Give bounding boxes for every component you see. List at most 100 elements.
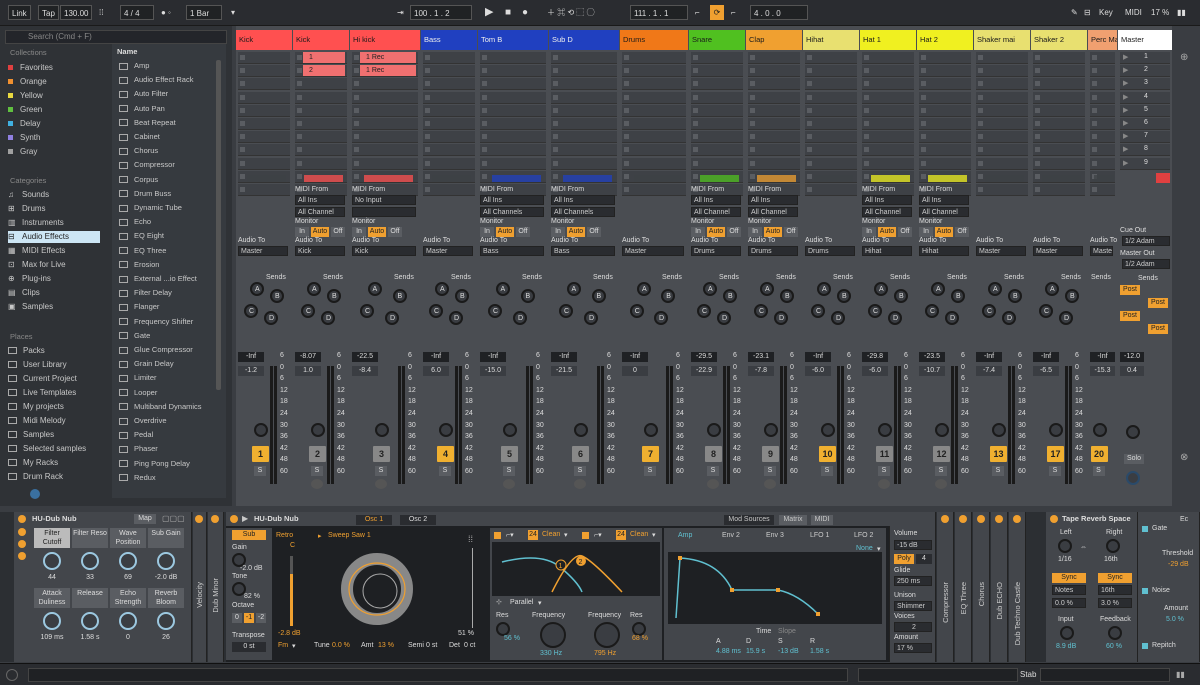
arm-button[interactable] [707, 479, 719, 489]
clip-slot[interactable] [805, 78, 857, 91]
track-header[interactable]: Hi kick [350, 30, 420, 50]
arm-button[interactable] [503, 479, 515, 489]
volume-value[interactable]: -23.5 [919, 352, 945, 362]
clip-slot[interactable] [1033, 131, 1085, 144]
monitor-auto-button[interactable]: Auto [935, 227, 953, 237]
crossfader-icon[interactable]: ⊗ [1180, 452, 1188, 463]
send-b-post-button[interactable]: Post [1148, 298, 1168, 308]
input-knob[interactable] [1060, 626, 1074, 640]
notes-select[interactable]: Notes [1052, 585, 1086, 595]
rack-buttons-icon[interactable]: ▢▢▢ [162, 514, 188, 524]
clip-slot[interactable] [805, 65, 857, 78]
left-knob[interactable] [1058, 539, 1072, 553]
record-icon[interactable]: ● [519, 5, 531, 20]
clip-slot[interactable] [551, 104, 617, 117]
volume-value[interactable]: -23.1 [748, 352, 774, 362]
clip-slot[interactable] [976, 157, 1028, 170]
category-item[interactable]: ♫ Sounds [8, 189, 100, 201]
track-activator[interactable]: 12 [933, 446, 950, 462]
place-item[interactable]: Packs [8, 345, 45, 357]
macro-knob[interactable] [81, 552, 99, 570]
volume-value[interactable]: -22.5 [352, 352, 378, 362]
clip-slot[interactable] [295, 118, 347, 130]
clip-slot[interactable] [805, 131, 857, 144]
env-tab-env-2[interactable]: Env 2 [722, 532, 740, 539]
amt-value[interactable]: 13 % [378, 642, 394, 649]
browser-list-item[interactable]: Redux [119, 472, 156, 484]
clip-slot[interactable] [551, 144, 617, 157]
show-macros-icon[interactable] [18, 528, 26, 536]
octave-0-button[interactable]: 0 [232, 613, 242, 623]
clip-slot[interactable] [622, 184, 686, 196]
browser-list-item[interactable]: External ...io Effect [119, 273, 197, 285]
pan-knob[interactable] [439, 423, 453, 437]
velocity-label[interactable]: Velocity [195, 582, 204, 608]
transpose-field[interactable]: 0 st [232, 642, 266, 652]
volume-value[interactable]: -29.8 [862, 352, 888, 362]
browser-list-item[interactable]: Chorus [119, 145, 158, 157]
browser-list-item[interactable]: Cabinet [119, 131, 160, 143]
solo-button[interactable]: S [503, 466, 515, 476]
track-header[interactable]: Shaker mai [974, 30, 1030, 50]
pan-knob[interactable] [503, 423, 517, 437]
clip-slot[interactable] [1033, 65, 1085, 78]
pan-knob[interactable] [764, 423, 778, 437]
audio-to-select[interactable]: Master [1033, 246, 1083, 256]
master-solo-button[interactable]: Solo [1124, 454, 1144, 464]
collection-item[interactable]: Synth [8, 132, 40, 144]
clip[interactable]: 1 [303, 52, 345, 63]
browser-list-item[interactable]: Erosion [119, 259, 159, 271]
pan-value[interactable]: -6.5 [1033, 366, 1059, 376]
audio-to-select[interactable]: Drums [805, 246, 855, 256]
browser-list-item[interactable]: Gate [119, 330, 150, 342]
clip-slot[interactable] [976, 91, 1028, 104]
clip-slot[interactable] [862, 65, 914, 78]
audio-to-select[interactable]: Hihat [919, 246, 969, 256]
clip-slot[interactable] [862, 78, 914, 91]
pan-value[interactable]: -21.5 [551, 366, 577, 376]
solo-button[interactable]: S [707, 466, 719, 476]
monitor-in-button[interactable]: In [691, 227, 705, 237]
pan-value[interactable]: -7.4 [976, 366, 1002, 376]
browser-list-item[interactable]: Echo [119, 216, 151, 228]
browser-list-item[interactable]: Beat Repeat [119, 117, 176, 129]
track-header[interactable]: Snare [689, 30, 745, 50]
device-power-icon[interactable] [941, 515, 949, 523]
clip-slot[interactable] [1090, 65, 1115, 78]
solo-button[interactable]: S [644, 466, 656, 476]
clip-slot[interactable] [423, 52, 475, 64]
scene-slot[interactable]: ▶ 4 [1120, 91, 1170, 104]
clip-slot[interactable] [238, 144, 290, 157]
clip-slot[interactable] [748, 78, 800, 91]
track-activator[interactable]: 6 [572, 446, 589, 462]
volume-value[interactable]: -Inf [423, 352, 449, 362]
clip-slot[interactable] [480, 118, 546, 130]
category-item[interactable]: ⊟ Audio Effects [8, 231, 100, 243]
scene-slot[interactable]: ▶ 3 [1120, 78, 1170, 91]
track-activator[interactable]: 13 [990, 446, 1007, 462]
map-button[interactable]: Map [134, 514, 156, 524]
browser-list-item[interactable]: Audio Effect Rack [119, 74, 193, 86]
track-header[interactable]: Tom B [478, 30, 548, 50]
macro-6[interactable]: Release 1.58 s [72, 588, 108, 646]
octave-minus1-button[interactable]: -1 [244, 613, 254, 623]
track-overview[interactable] [1040, 668, 1170, 682]
collection-item[interactable]: Yellow [8, 90, 43, 102]
clip-slot[interactable] [919, 118, 971, 130]
clip-slot[interactable] [480, 78, 546, 91]
clip-slot[interactable] [862, 131, 914, 144]
pan-knob[interactable] [821, 423, 835, 437]
monitor-auto-button[interactable]: Auto [496, 227, 514, 237]
browser-list-item[interactable]: Frequency Shifter [119, 316, 193, 328]
clip-slot[interactable] [1090, 157, 1115, 170]
fm-select[interactable]: Fm [278, 642, 288, 649]
track-header[interactable]: Perc Ma [1088, 30, 1117, 50]
solo-button[interactable]: S [574, 466, 586, 476]
scene-slot[interactable]: ▶ 1 [1120, 52, 1170, 64]
solo-button[interactable]: S [1049, 466, 1061, 476]
track-activator[interactable]: 2 [309, 446, 326, 462]
decay-value[interactable]: 15.9 s [746, 648, 765, 655]
midi-from-select[interactable]: All Ins [551, 195, 615, 205]
filter2-type[interactable]: Clean [630, 531, 648, 538]
env-tab-lfo-1[interactable]: LFO 1 [810, 532, 829, 539]
